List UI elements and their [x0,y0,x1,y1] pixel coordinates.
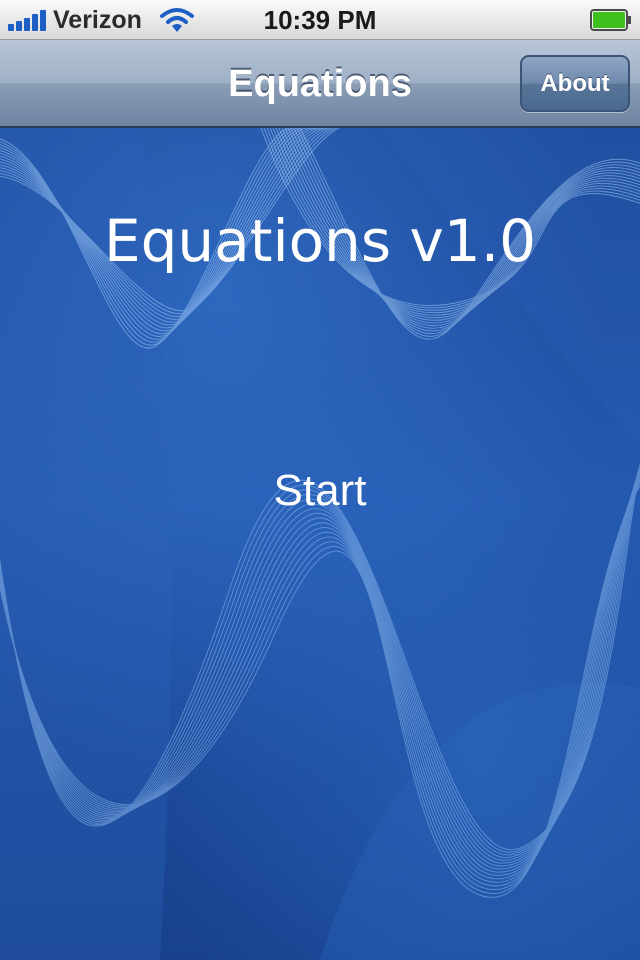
status-bar: Verizon 10:39 PM [0,0,640,40]
battery-icon [590,9,631,31]
about-button[interactable]: About [520,55,630,112]
nav-title: Equations [228,63,412,105]
start-button[interactable]: Start [220,456,420,526]
main-content: Equations v1.0 Start [0,128,640,960]
navigation-bar: Equations About [0,40,640,128]
app-title: Equations v1.0 [103,207,537,275]
app-screen: Verizon 10:39 PM Equations About Equatio… [0,0,640,960]
status-time: 10:39 PM [263,5,377,35]
